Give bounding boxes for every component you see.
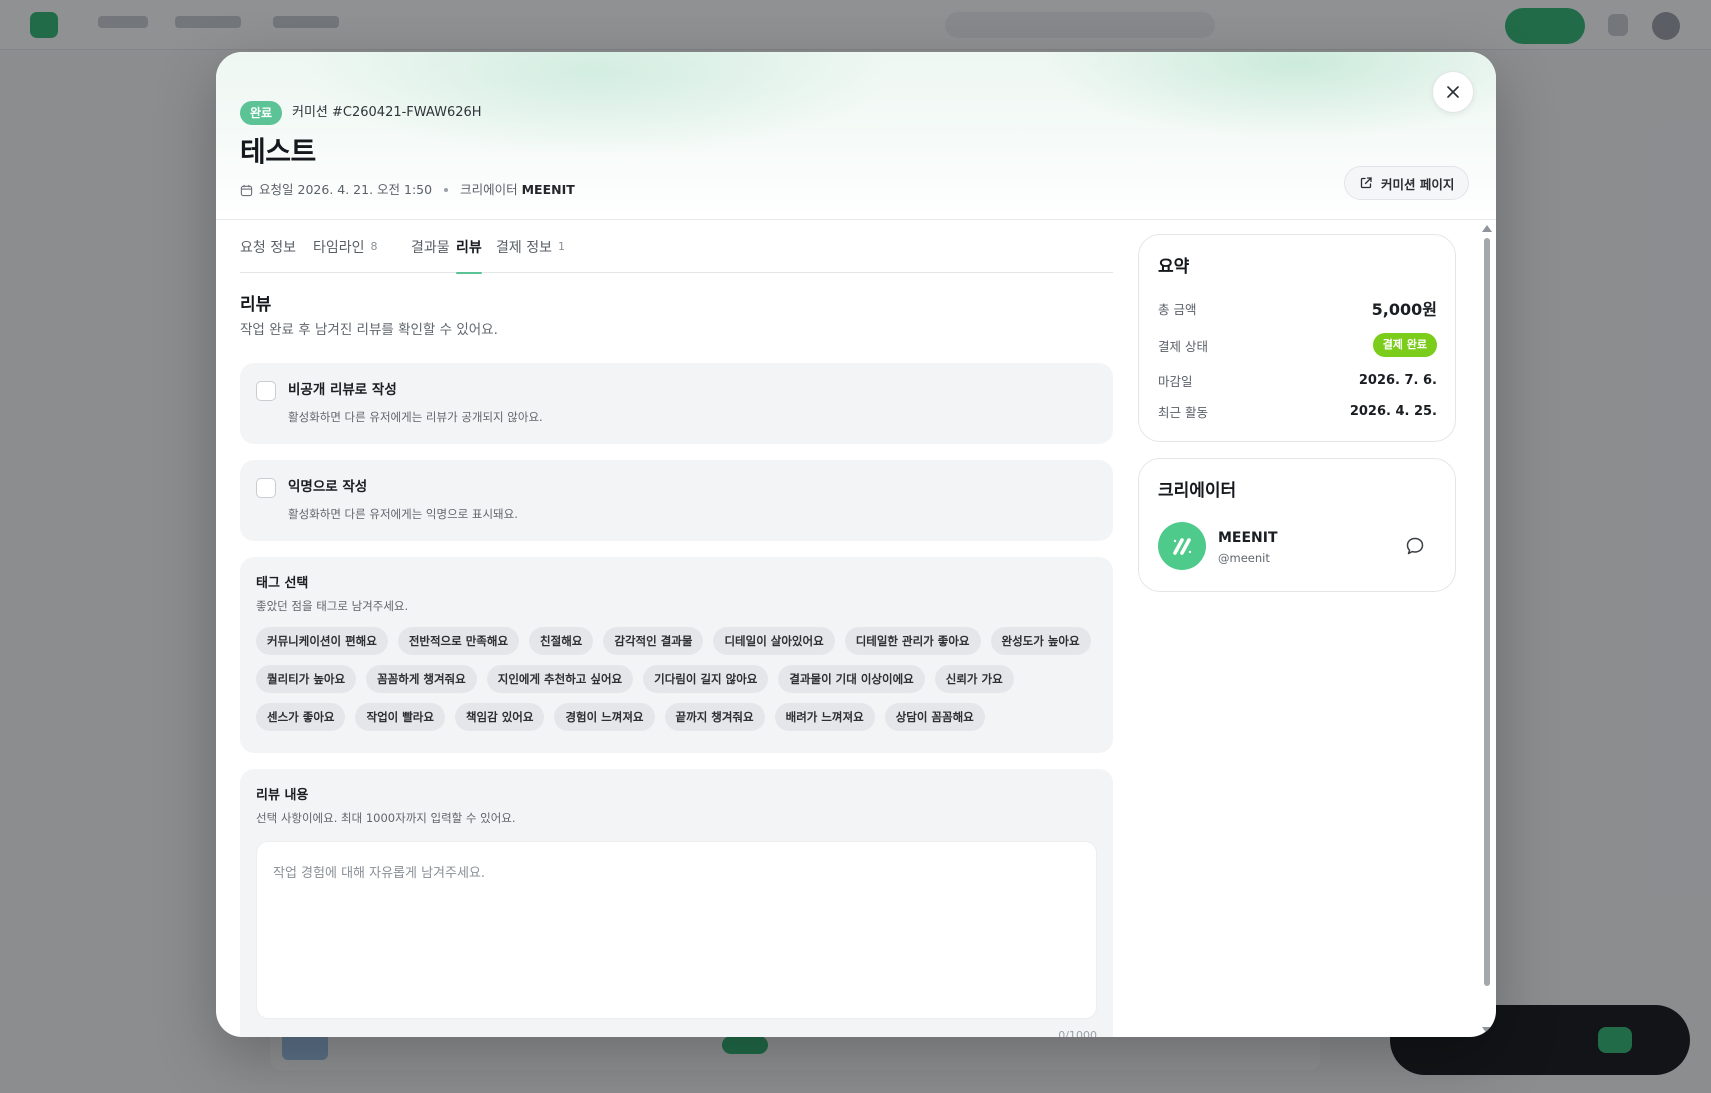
review-section-description: 작업 완료 후 남겨진 리뷰를 확인할 수 있어요. [240,322,498,338]
summary-row-deadline: 마감일 2026. 7. 6. [1158,371,1437,389]
tag-chip[interactable]: 꼼꼼하게 챙겨줘요 [366,665,477,693]
tag-chip[interactable]: 커뮤니케이션이 편해요 [256,627,388,655]
tab-label: 리뷰 [456,239,482,256]
payment-status-badge: 결제 완료 [1372,333,1437,357]
commission-detail-modal: 완료 커미션 #C260421-FWAW626H 테스트 요청일 2026. 4… [216,52,1496,1037]
status-badge: 완료 [240,101,283,125]
tab-request-info[interactable]: 요청 정보 [240,220,296,273]
tag-chip[interactable]: 완성도가 높아요 [990,627,1091,655]
char-count: 0/1000 [1058,1029,1097,1037]
summary-row-payment-status: 결제 상태 결제 완료 [1158,333,1437,357]
tag-chip[interactable]: 센스가 좋아요 [256,703,346,731]
modal-header: 완료 커미션 #C260421-FWAW626H 테스트 요청일 2026. 4… [216,52,1496,220]
creator-name[interactable]: MEENIT [1218,528,1278,548]
tag-selection-card: 태그 선택 좋았던 점을 태그로 남겨주세요. 커뮤니케이션이 편해요 전반적으로… [240,557,1113,753]
tag-chip[interactable]: 디테일이 살아있어요 [713,627,835,655]
tag-chip[interactable]: 책임감 있어요 [454,703,545,731]
tag-chip[interactable]: 친절해요 [529,627,594,655]
tag-chip[interactable]: 감각적인 결과물 [603,627,704,655]
private-review-description: 활성화하면 다른 유저에게는 리뷰가 공개되지 않아요. [288,410,543,424]
tag-chip[interactable]: 전반적으로 만족해요 [397,627,520,655]
tag-chip[interactable]: 디테일한 관리가 좋아요 [844,627,981,655]
external-link-icon [1360,177,1372,189]
private-review-option[interactable]: 비공개 리뷰로 작성 활성화하면 다른 유저에게는 리뷰가 공개되지 않아요. [240,363,1113,444]
tag-selection-title: 태그 선택 [256,576,309,591]
tag-chip[interactable]: 퀄리티가 높아요 [256,665,357,693]
review-section-title: 리뷰 [240,295,272,315]
scroll-down-arrow[interactable] [1482,1027,1492,1034]
total-label: 총 금액 [1158,301,1197,317]
commission-page-label: 커미션 페이지 [1381,176,1455,192]
calendar-icon [240,184,253,196]
tab-count: 8 [370,240,378,253]
review-content-title: 리뷰 내용 [256,788,309,803]
private-review-checkbox[interactable] [256,381,276,401]
tab-label: 결제 정보 [496,239,552,256]
tab-review[interactable]: 리뷰 [456,220,482,274]
tag-chip[interactable]: 작업이 빨라요 [355,703,445,731]
tab-label: 타임라인 [313,239,365,256]
avatar[interactable] [1158,522,1206,570]
scrollbar-thumb[interactable] [1484,238,1490,986]
meenit-logo [1173,538,1192,555]
tag-chip[interactable]: 신뢰가 가요 [934,665,1014,693]
recent-activity-label: 최근 활동 [1158,404,1208,420]
tab-deliverables[interactable]: 결과물 [411,220,450,273]
anonymous-description: 활성화하면 다른 유저에게는 익명으로 표시돼요. [288,507,518,521]
tab-bar: 요청 정보 타임라인 8 결과물 리뷰 결제 정보 1 [240,220,1113,274]
tag-chip[interactable]: 상담이 꼼꼼해요 [884,703,985,731]
review-content-description: 선택 사항이에요. 최대 1000자까지 입력할 수 있어요. [256,811,516,825]
tag-chip[interactable]: 기다림이 길지 않아요 [643,665,769,693]
tag-chip[interactable]: 배려가 느껴져요 [774,703,875,731]
tag-chip[interactable]: 지인에게 추천하고 싶어요 [486,665,634,693]
commission-id: 커미션 #C260421-FWAW626H [292,105,482,120]
tab-payment-info[interactable]: 결제 정보 1 [496,220,565,273]
recent-activity-value: 2026. 4. 25. [1349,403,1437,419]
tab-timeline[interactable]: 타임라인 8 [313,220,378,273]
requested-date: 2026. 4. 21. 오전 1:50 [297,182,433,197]
summary-row-total: 총 금액 5,000원 [1158,297,1437,319]
scroll-up-arrow[interactable] [1482,225,1492,232]
chat-bubble-icon[interactable] [1404,535,1426,557]
payment-status-label: 결제 상태 [1158,338,1208,354]
close-icon [1447,86,1459,98]
page-title: 테스트 [240,135,316,168]
summary-row-recent-activity: 최근 활동 2026. 4. 25. [1158,402,1437,420]
anonymous-option[interactable]: 익명으로 작성 활성화하면 다른 유저에게는 익명으로 표시돼요. [240,460,1113,541]
requested-label: 요청일 [259,182,294,197]
total-value: 5,000원 [1371,300,1437,319]
close-button[interactable] [1432,71,1474,113]
tag-chip[interactable]: 결과물이 기대 이상이에요 [778,665,925,693]
anonymous-title: 익명으로 작성 [288,479,368,495]
tag-selection-description: 좋았던 점을 태그로 남겨주세요. [256,599,409,613]
tab-label: 결과물 [411,239,450,256]
summary-title: 요약 [1158,257,1190,277]
review-textarea[interactable]: 작업 경험에 대해 자유롭게 남겨주세요. [256,841,1097,1019]
meta-line: 요청일 2026. 4. 21. 오전 1:50 크리에이터 MEENIT [240,181,575,199]
creator-handle: @meenit [1218,551,1270,565]
tag-chip[interactable]: 경험이 느껴져요 [554,703,655,731]
tag-list: 커뮤니케이션이 편해요 전반적으로 만족해요 친절해요 감각적인 결과물 디테일이 살아… [256,627,1101,731]
deadline-label: 마감일 [1158,373,1193,389]
deadline-value: 2026. 7. 6. [1358,372,1437,388]
meta-separator [444,188,449,192]
creator-name-meta: MEENIT [521,182,575,197]
tab-count: 1 [557,240,565,253]
tab-label: 요청 정보 [240,239,296,256]
private-review-title: 비공개 리뷰로 작성 [288,382,397,398]
creator-card-title: 크리에이터 [1158,481,1237,501]
summary-card: 요약 총 금액 5,000원 결제 상태 결제 완료 마감일 2026. 7. … [1138,234,1456,442]
creator-card: 크리에이터 MEENIT @meenit [1138,458,1456,592]
commission-page-button[interactable]: 커미션 페이지 [1344,166,1470,200]
review-content-card: 리뷰 내용 선택 사항이에요. 최대 1000자까지 입력할 수 있어요. 작업… [240,769,1113,1037]
anonymous-checkbox[interactable] [256,478,276,498]
tag-chip[interactable]: 끝까지 챙겨줘요 [664,703,765,731]
creator-label: 크리에이터 [460,182,518,197]
